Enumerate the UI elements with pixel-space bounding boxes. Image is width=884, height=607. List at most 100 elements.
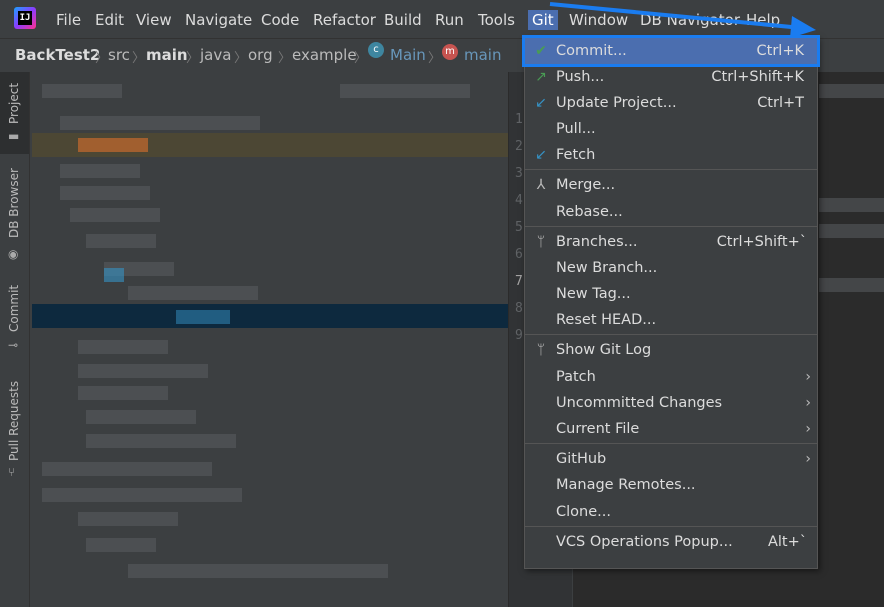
breadcrumb-org[interactable]: org	[248, 46, 273, 64]
chevron-right-icon: 〉	[278, 51, 292, 66]
git-rebase-item[interactable]: Rebase...	[525, 199, 817, 225]
menu-code[interactable]: Code	[261, 10, 299, 30]
tool-tab-commit[interactable]: Commit ⊸	[0, 284, 29, 360]
menu-item-label: Update Project...	[556, 95, 677, 111]
blurred-content	[86, 234, 156, 248]
menu-item-label: Clone...	[556, 504, 611, 520]
tool-tab-label: DB Browser	[7, 168, 21, 238]
menu-tools[interactable]: Tools	[478, 10, 515, 30]
git-fetch-item[interactable]: ↙ Fetch	[525, 142, 817, 168]
menu-refactor[interactable]: Refactor	[313, 10, 376, 30]
tree-row-selected[interactable]	[32, 304, 508, 328]
blurred-content	[78, 364, 208, 378]
menu-item-label: GitHub	[556, 451, 607, 467]
git-new-branch-item[interactable]: New Branch...	[525, 255, 817, 281]
chevron-right-icon: ›	[805, 369, 811, 385]
breadcrumb-class[interactable]: Main	[390, 46, 426, 64]
menu-item-label: Rebase...	[556, 204, 623, 220]
menu-item-label: Show Git Log	[556, 342, 652, 358]
blurred-content	[78, 386, 168, 400]
fetch-arrow-icon: ↙	[535, 147, 547, 163]
git-reset-head-item[interactable]: Reset HEAD...	[525, 307, 817, 333]
breadcrumb-example[interactable]: example	[292, 46, 357, 64]
menu-item-label: Branches...	[556, 234, 638, 250]
shortcut-label: Ctrl+Shift+K	[711, 69, 804, 85]
git-github-item[interactable]: GitHub ›	[525, 446, 817, 472]
menu-file[interactable]: File	[56, 10, 81, 30]
blurred-content	[819, 198, 884, 212]
commit-icon: ⊸	[8, 338, 19, 352]
blurred-content	[176, 310, 230, 324]
menu-view[interactable]: View	[136, 10, 172, 30]
git-log-icon: ᛘ	[536, 342, 546, 358]
tool-window-strip: Project ▬ DB Browser ◉ Commit ⊸ Pull Req…	[0, 72, 30, 607]
chevron-right-icon: ›	[805, 421, 811, 437]
chevron-right-icon: 〉	[132, 51, 146, 66]
menu-item-label: Fetch	[556, 147, 596, 163]
blurred-content	[42, 488, 242, 502]
blurred-content	[42, 84, 122, 98]
menu-item-label: Current File	[556, 421, 640, 437]
shortcut-label: Ctrl+Shift+`	[716, 234, 807, 250]
menu-run[interactable]: Run	[435, 10, 464, 30]
blurred-content	[60, 116, 260, 130]
tool-tab-project[interactable]: Project ▬	[0, 72, 29, 154]
git-current-file-item[interactable]: Current File ›	[525, 416, 817, 442]
breadcrumb-main[interactable]: main	[146, 46, 188, 64]
menu-item-label: New Branch...	[556, 260, 658, 276]
menu-divider	[525, 169, 817, 170]
git-patch-item[interactable]: Patch ›	[525, 364, 817, 390]
menu-item-label: Pull...	[556, 121, 596, 137]
git-push-item[interactable]: ↗ Push... Ctrl+Shift+K	[525, 64, 817, 90]
blurred-content	[70, 208, 160, 222]
chevron-right-icon: ›	[805, 451, 811, 467]
git-clone-item[interactable]: Clone...	[525, 499, 817, 525]
shortcut-label: Alt+`	[767, 534, 807, 550]
tool-tab-label: Pull Requests	[7, 380, 21, 461]
method-icon: m	[442, 44, 458, 60]
tool-tab-pull-requests[interactable]: Pull Requests ⑂	[0, 376, 29, 486]
blurred-content	[60, 164, 140, 178]
breadcrumb-src[interactable]: src	[108, 46, 130, 64]
blurred-content	[104, 268, 124, 282]
tool-tab-label: Project	[7, 82, 21, 124]
menu-build[interactable]: Build	[384, 10, 422, 30]
git-branches-item[interactable]: ᛘ Branches... Ctrl+Shift+`	[525, 229, 817, 255]
chevron-right-icon: 〉	[186, 51, 200, 66]
git-merge-item[interactable]: ⅄ Merge...	[525, 172, 817, 198]
java-class-icon: c	[368, 42, 384, 58]
tool-tab-db-browser[interactable]: DB Browser ◉	[0, 166, 29, 266]
git-update-project-item[interactable]: ↙ Update Project... Ctrl+T	[525, 90, 817, 116]
menu-divider	[525, 526, 817, 527]
breadcrumb-method[interactable]: main	[464, 46, 501, 64]
menu-item-label: Merge...	[556, 177, 616, 193]
breadcrumb-project[interactable]: BackTest2	[15, 46, 100, 64]
git-vcs-operations-popup-item[interactable]: VCS Operations Popup... Alt+`	[525, 529, 817, 555]
git-show-log-item[interactable]: ᛘ Show Git Log	[525, 337, 817, 363]
menu-item-label: Uncommitted Changes	[556, 395, 723, 411]
merge-icon: ⅄	[536, 177, 546, 193]
git-manage-remotes-item[interactable]: Manage Remotes...	[525, 472, 817, 498]
folder-icon: ▬	[8, 129, 20, 143]
project-panel	[30, 72, 508, 607]
pull-request-icon: ⑂	[8, 465, 16, 479]
blurred-content	[42, 462, 212, 476]
git-uncommitted-changes-item[interactable]: Uncommitted Changes ›	[525, 390, 817, 416]
blurred-content	[819, 278, 884, 292]
git-commit-item[interactable]: ✔ Commit... Ctrl+K	[522, 35, 820, 67]
breadcrumb-java[interactable]: java	[200, 46, 231, 64]
menu-item-label: New Tag...	[556, 286, 631, 302]
menu-navigate[interactable]: Navigate	[185, 10, 252, 30]
git-new-tag-item[interactable]: New Tag...	[525, 281, 817, 307]
git-pull-item[interactable]: Pull...	[525, 116, 817, 142]
blurred-content	[86, 410, 196, 424]
menu-edit[interactable]: Edit	[95, 10, 124, 30]
tool-tab-label: Commit	[7, 284, 21, 332]
arrow-up-right-icon: ↗	[535, 69, 547, 85]
blurred-content	[78, 512, 178, 526]
chevron-right-icon: 〉	[354, 51, 368, 66]
blurred-content	[340, 84, 470, 98]
git-menu: ✔ Commit... Ctrl+K ↗ Push... Ctrl+Shift+…	[522, 35, 820, 569]
blurred-content	[128, 286, 258, 300]
shortcut-label: Ctrl+K	[756, 43, 804, 59]
